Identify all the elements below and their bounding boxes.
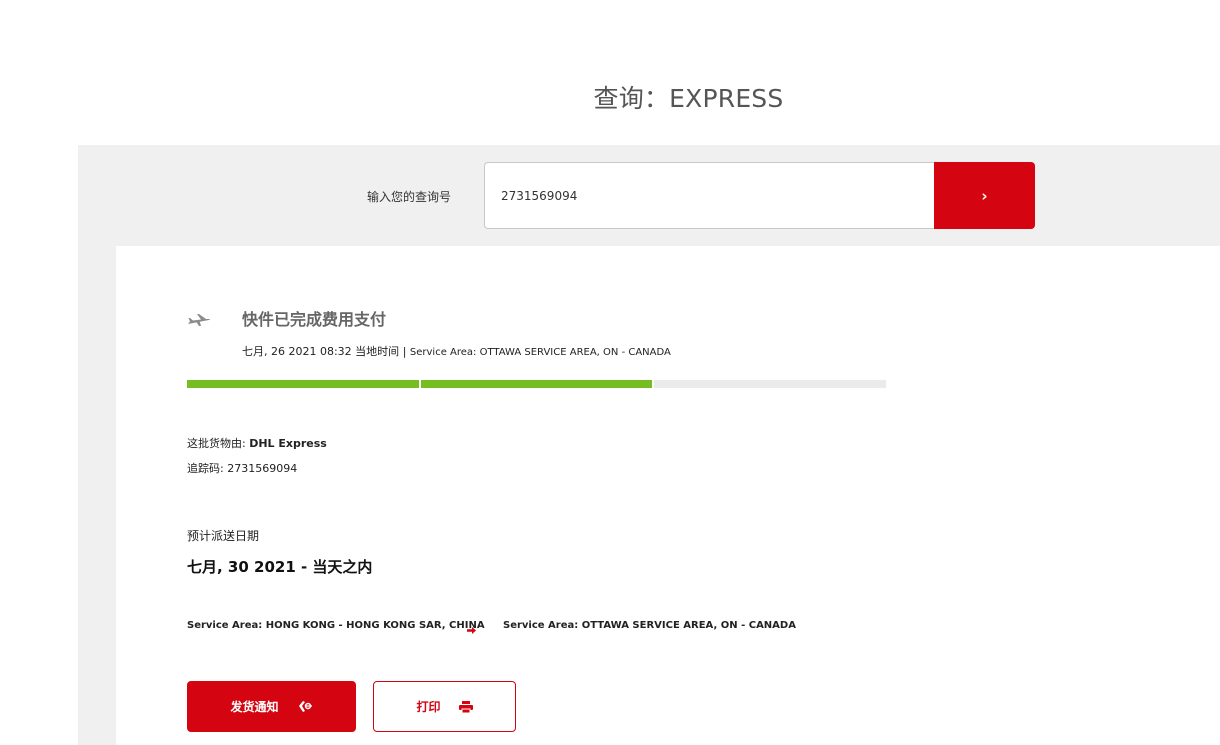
tracking-number: 2731569094 (227, 462, 298, 475)
page-title: 查询：EXPRESS (593, 83, 784, 113)
status-datetime: 七月, 26 2021 08:32 当地时间 (242, 345, 400, 358)
status-meta: 七月, 26 2021 08:32 当地时间 | Service Area: O… (242, 343, 671, 359)
carrier-line: 这批货物由: DHL Express (187, 435, 327, 451)
printer-icon (458, 700, 473, 713)
search-submit-button[interactable]: › (934, 162, 1035, 229)
tracking-label: 追踪码: (187, 462, 224, 475)
progress-segment-1 (187, 380, 419, 388)
estimated-delivery-label: 预计派送日期 (187, 529, 260, 543)
airplane-icon (188, 314, 210, 326)
tracking-search-input[interactable] (484, 162, 935, 229)
status-separator: | (402, 345, 407, 358)
shipment-notification-button[interactable]: 发货通知 (187, 681, 356, 732)
tracking-line: 追踪码: 2731569094 (187, 460, 297, 476)
shipment-progress-bar (187, 380, 887, 388)
progress-segment-2 (420, 380, 653, 388)
estimated-delivery-date: 七月, 30 2021 - 当天之内 (187, 558, 373, 576)
carrier-label: 这批货物由: (187, 437, 246, 450)
print-button-label: 打印 (416, 700, 441, 714)
hand-notify-icon (298, 700, 312, 712)
arrow-right-icon (467, 627, 476, 634)
shipment-status-title: 快件已完成费用支付 (242, 310, 387, 329)
route-origin: Service Area: HONG KONG - HONG KONG SAR,… (187, 620, 485, 631)
progress-segment-3 (654, 380, 887, 388)
status-service-area: Service Area: OTTAWA SERVICE AREA, ON - … (409, 347, 671, 358)
search-label: 输入您的查询号 (367, 190, 452, 204)
carrier-name: DHL Express (249, 437, 327, 450)
route-destination: Service Area: OTTAWA SERVICE AREA, ON - … (503, 620, 796, 631)
print-button[interactable]: 打印 (373, 681, 516, 732)
notify-button-label: 发货通知 (230, 700, 279, 714)
